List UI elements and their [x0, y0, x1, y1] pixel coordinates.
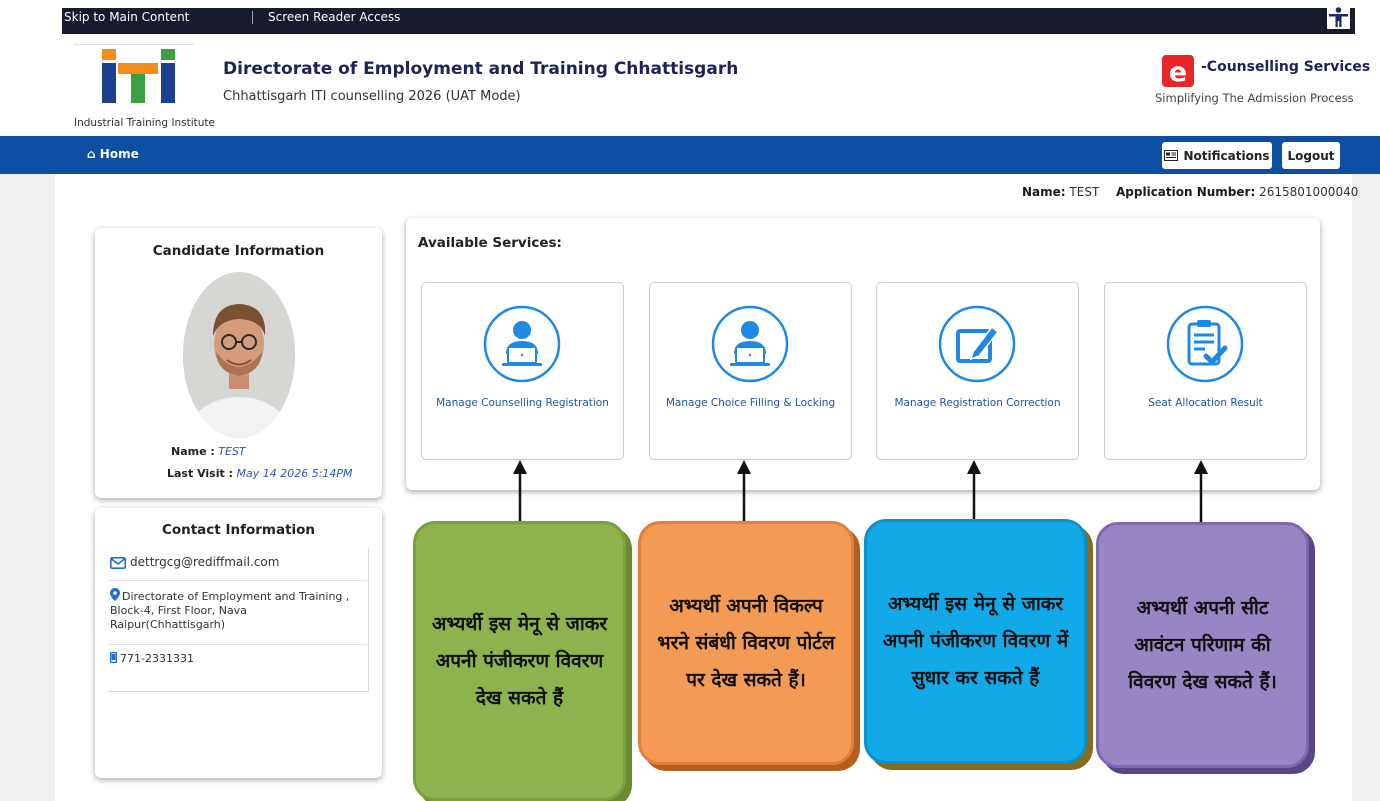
iti-logo: Industrial Training Institute	[74, 44, 215, 130]
map-marker-icon	[110, 588, 120, 601]
screen-reader-link[interactable]: Screen Reader Access	[268, 10, 400, 24]
service-registration-correction[interactable]: Manage Registration Correction	[876, 282, 1079, 460]
service-label: Manage Choice Filling & Locking	[665, 397, 836, 409]
contact-email-row: dettrgcg@rediffmail.com	[110, 555, 279, 569]
user-laptop-icon	[483, 305, 561, 383]
main-nav: ⌂ Home Notifications Logout	[0, 136, 1380, 174]
notifications-button[interactable]: Notifications	[1162, 142, 1272, 169]
callout-arrow	[737, 460, 751, 524]
edit-pencil-icon	[938, 305, 1016, 383]
mobile-phone-icon	[110, 652, 117, 663]
e-counselling-logo: e	[1160, 54, 1200, 88]
service-manage-registration[interactable]: Manage Counselling Registration	[421, 282, 624, 460]
site-header: Industrial Training Institute Directorat…	[0, 34, 1380, 136]
candidate-info-title: Candidate Information	[152, 243, 325, 259]
service-label: Manage Registration Correction	[894, 397, 1061, 409]
home-icon: ⌂	[87, 147, 96, 161]
contact-details: dettrgcg@rediffmail.com Directorate of E…	[108, 548, 369, 692]
contact-info-card: Contact Information dettrgcg@rediffmail.…	[95, 508, 382, 778]
user-name-label: Name:	[1022, 185, 1066, 199]
contact-phone: 771-2331331	[120, 652, 194, 665]
service-seat-allocation[interactable]: Seat Allocation Result	[1104, 282, 1307, 460]
nav-home-link[interactable]: ⌂ Home	[87, 147, 139, 161]
candidate-photo	[183, 272, 295, 438]
contact-info-title: Contact Information	[161, 522, 316, 538]
user-name-line: Name: TEST	[1022, 185, 1099, 199]
user-name-value: TEST	[1069, 185, 1100, 199]
service-label: Seat Allocation Result	[1148, 397, 1263, 409]
callout-registration: अभ्यर्थी इस मेनू से जाकर अपनी पंजीकरण वि…	[413, 521, 626, 801]
service-title: -Counselling Services	[1201, 59, 1371, 75]
application-number-line: Application Number: 2615801000040	[1116, 185, 1358, 199]
service-choice-filling[interactable]: Manage Choice Filling & Locking	[649, 282, 852, 460]
last-visit-label: Last Visit :	[167, 467, 233, 480]
service-label: Manage Counselling Registration	[436, 397, 609, 409]
callout-arrow	[967, 460, 981, 522]
callout-seat-allocation: अभ्यर्थी अपनी सीट आवंटन परिणाम की विवरण …	[1096, 522, 1309, 768]
notifications-label: Notifications	[1183, 148, 1270, 163]
newspaper-icon	[1164, 150, 1179, 161]
contact-address-row: Directorate of Employment and Training ,…	[110, 588, 365, 632]
application-number-label: Application Number:	[1116, 185, 1256, 199]
accessibility-bar-inner: Skip to Main Content Screen Reader Acces…	[62, 8, 1355, 34]
skip-to-main-link[interactable]: Skip to Main Content	[64, 10, 189, 24]
nav-home-label: Home	[99, 147, 139, 161]
contact-divider	[108, 580, 367, 581]
org-subtitle: Chhattisgarh ITI counselling 2026 (UAT M…	[223, 89, 521, 104]
contact-email: dettrgcg@rediffmail.com	[130, 555, 280, 569]
application-number-value: 2615801000040	[1259, 185, 1359, 199]
logout-button[interactable]: Logout	[1282, 142, 1340, 169]
callout-arrow	[1194, 460, 1208, 525]
contact-phone-row: 771-2331331	[110, 652, 194, 665]
svg-text:e: e	[1169, 57, 1187, 88]
iti-logo-mark	[102, 49, 175, 103]
callout-arrow	[513, 460, 527, 524]
candidate-info-card: Candidate Information Name : TEST Last V…	[95, 228, 382, 498]
topbar-divider	[252, 11, 253, 24]
services-card: Available Services: Manage Counselling R…	[406, 218, 1320, 490]
service-tagline: Simplifying The Admission Process	[1155, 91, 1354, 105]
callout-correction: अभ्यर्थी इस मेनू से जाकर अपनी पंजीकरण वि…	[864, 519, 1087, 764]
envelope-icon	[110, 556, 126, 569]
callout-choice-filling: अभ्यर्थी अपनी विकल्प भरने संबंधी विवरण प…	[638, 521, 854, 765]
contact-divider	[108, 644, 367, 645]
clipboard-check-icon	[1166, 305, 1244, 383]
candidate-name-label: Name :	[171, 445, 215, 458]
last-visit-row: Last Visit : May 14 2026 5:14PM	[167, 467, 353, 480]
last-visit-value: May 14 2026 5:14PM	[236, 467, 353, 480]
contact-address: Directorate of Employment and Training ,…	[110, 590, 350, 631]
accessibility-icon[interactable]	[1327, 6, 1350, 29]
org-title: Directorate of Employment and Training C…	[223, 59, 739, 79]
iti-logo-caption: Industrial Training Institute	[74, 117, 215, 129]
accessibility-bar: Skip to Main Content Screen Reader Acces…	[0, 0, 1380, 34]
candidate-name-value: TEST	[218, 445, 246, 458]
user-laptop-icon	[711, 305, 789, 383]
services-title: Available Services:	[418, 235, 562, 251]
candidate-name-row: Name : TEST	[171, 445, 246, 458]
